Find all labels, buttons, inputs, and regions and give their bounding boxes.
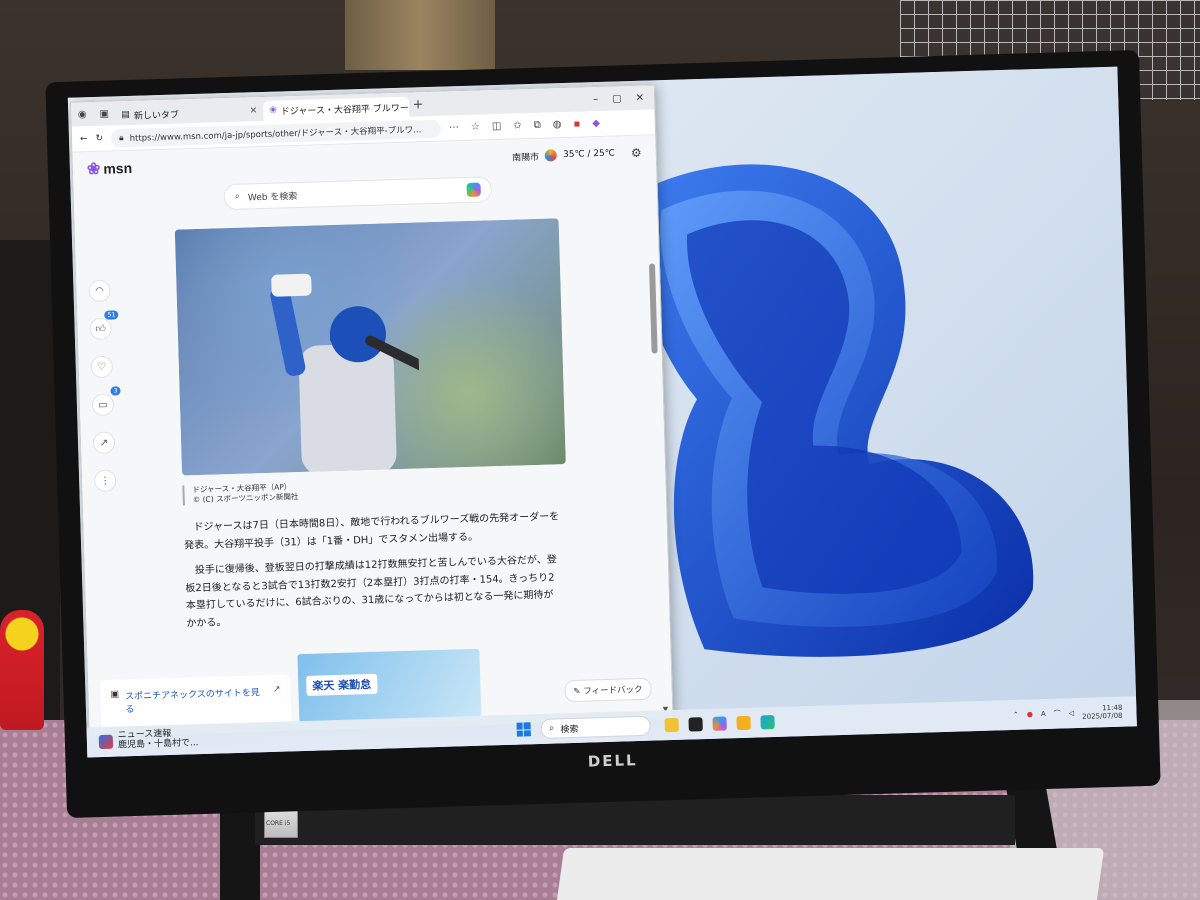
more-options-icon[interactable]: ⋮ [93,469,117,493]
widgets-app-icon[interactable] [664,717,679,733]
copilot-icon[interactable]: ◆ [592,118,600,129]
clock-date: 2025/07/08 [1082,711,1123,721]
taskbar-search-label: 検索 [560,724,579,735]
refresh-icon[interactable]: ↻ [95,133,103,143]
tab-favicon-icon: ▤ [121,109,130,121]
msn-logo[interactable]: ❀ msn [87,158,133,179]
file-explorer-icon[interactable] [736,715,751,731]
tray-app-icon[interactable]: ● [1027,710,1033,718]
msn-logo-text: msn [103,159,133,177]
start-button[interactable] [516,722,531,737]
article-body: ドジャースは7日（日本時間8日）、敵地で行われるブルワーズ戦の先発オーダーを発表… [183,509,562,633]
msn-favicon-icon: ❀ [269,105,277,116]
search-placeholder: Web を検索 [247,191,298,203]
clock[interactable]: 11:48 2025/07/08 [1082,703,1123,721]
comment-icon[interactable]: ▭ 3 [91,386,121,417]
split-screen-icon[interactable]: ◫ [492,121,502,132]
web-search-box[interactable]: ⌕ Web を検索 [223,176,493,211]
windows-bloom-wallpaper [635,164,1034,657]
news-text: ニュース速報 鹿児島・十島村で... [118,729,199,751]
article-paragraph-1: ドジャースは7日（日本時間8日）、敵地で行われるブルワーズ戦の先発オーダーを発表… [183,511,560,552]
monitor: ◉ ▣ ▤ 新しいタブ ✕ ❀ ドジャース・大谷翔平 ブルワーズ戦に「1 ✕ +… [45,49,1161,819]
window-controls: – ▢ ✕ [593,92,654,105]
promo-link-text: スポニチアネックスのサイトを見る [124,688,260,716]
collections-icon[interactable]: ⧉ [534,120,541,131]
feedback-label: フィードバック [583,684,643,697]
share-icon[interactable]: ↗ [92,431,116,455]
back-icon[interactable]: ← [80,134,88,144]
article-hero-image [174,218,566,476]
news-icon [98,734,114,750]
task-view-icon[interactable] [688,717,703,732]
ad-label: 楽天 楽勤怠 [306,673,378,696]
article: ドジャース・大谷翔平（AP） © (C) スポーツニッポン新聞社 ドジャースは7… [174,218,577,641]
feedback-button[interactable]: ✎ フィードバック [564,677,652,703]
msn-butterfly-icon: ❀ [86,160,101,179]
comments-count-badge: 3 [110,386,121,396]
close-button[interactable]: ✕ [635,92,644,103]
msn-page: ❀ msn 南陽市 35℃ / 25℃ ⚙ ⌕ Web を検索 ◠ 👍︎ 51 … [72,135,673,737]
image-caption: ドジャース・大谷翔平（AP） © (C) スポーツニッポン新聞社 [182,473,573,506]
scrollbar[interactable] [648,263,658,354]
tab-label: 新しいタブ [133,109,180,122]
weather-widget[interactable]: 南陽市 35℃ / 25℃ ⚙ [512,146,642,164]
copilot-app-icon[interactable] [712,716,727,731]
taskbar-search[interactable]: ⌕ 検索 [540,715,651,739]
network-icon[interactable]: ⌒ [1054,709,1061,719]
workspaces-icon[interactable]: ▣ [93,108,115,120]
lock-icon: 🔒︎ [118,132,124,143]
system-tray: ⌃ ● A ⌒ ◁ 11:48 2025/07/08 [1013,703,1123,723]
weather-icon [544,149,558,162]
edge-browser-window: ◉ ▣ ▤ 新しいタブ ✕ ❀ ドジャース・大谷翔平 ブルワーズ戦に「1 ✕ +… [69,84,674,738]
cpu-badge-text: CORE i5 [266,820,291,827]
profile-icon[interactable]: ◉ [71,108,93,120]
keyboard [555,848,1105,900]
volume-icon[interactable]: ◁ [1069,709,1075,717]
baseball-player-photo [270,273,423,476]
minimize-button[interactable]: – [593,93,598,104]
listen-headphones-icon[interactable]: ◠ [88,279,111,303]
feedback-icon: ✎ [573,686,581,697]
site-logo-icon: ▣ [110,689,120,700]
favorites-icon[interactable]: ✩ [513,120,522,131]
extension-icon[interactable]: ◍ [553,119,562,130]
article-action-rail: ◠ 👍︎ 51 ♡ ▭ 3 ↗ ⋮ [88,279,121,493]
article-paragraph-2: 投手に復帰後、登板翌日の打撃成績は12打数無安打と苦しんでいる大谷だが、登板2日… [185,554,557,630]
url-text: https://www.msn.com/ja-jp/sports/other/ド… [129,124,422,144]
weather-temperature: 35℃ / 25℃ [562,148,616,161]
search-icon: ⌕ [549,723,555,734]
news-subtitle: 鹿児島・十島村で... [117,738,199,751]
like-thumb-icon[interactable]: 👍︎ 51 [89,310,119,341]
search-icon: ⌕ [234,191,240,202]
more-icon[interactable]: ⋯ [449,122,459,133]
ime-indicator[interactable]: A [1041,710,1046,718]
weather-location: 南陽市 [511,152,540,164]
tab-label: ドジャース・大谷翔平 ブルワーズ戦に「1 [280,101,410,117]
edge-app-icon[interactable] [760,715,775,730]
external-link-icon: ↗ [272,684,281,695]
chevron-up-icon[interactable]: ⌃ [1013,711,1019,719]
dislike-icon[interactable]: ♡ [90,355,114,379]
advertisement[interactable]: 楽天 楽勤怠 [297,648,482,723]
notification-icon[interactable]: ▪ [573,119,580,130]
likes-count-badge: 51 [104,310,119,320]
toolbar-icons: ⋯ ☆ ◫ ✩ ⧉ ◍ ▪ ◆ [449,118,600,133]
taskbar-apps [664,715,775,733]
copilot-icon[interactable] [466,182,481,197]
news-widget[interactable]: ニュース速報 鹿児島・十島村で... [98,729,199,752]
screen: ◉ ▣ ▤ 新しいタブ ✕ ❀ ドジャース・大谷翔平 ブルワーズ戦に「1 ✕ +… [67,66,1137,758]
toy-figure [0,610,44,730]
maximize-button[interactable]: ▢ [612,93,622,104]
favorite-star-icon[interactable]: ☆ [471,122,480,133]
new-tab-icon[interactable]: + [409,97,427,113]
curtain [345,0,495,70]
tab-close-icon[interactable]: ✕ [250,106,258,116]
dell-logo: DELL [587,751,638,771]
gear-icon[interactable]: ⚙ [631,146,642,160]
